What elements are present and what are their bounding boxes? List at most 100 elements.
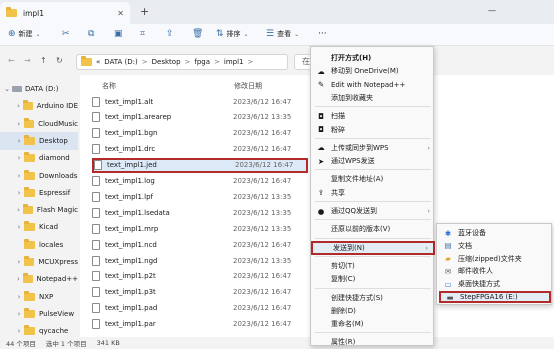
menu-item-wps[interactable]: ➤ 通过WPS发送 xyxy=(311,154,435,168)
refresh-icon[interactable]: ↻ xyxy=(56,56,63,65)
cut-icon[interactable]: ✂ xyxy=(62,29,70,39)
file-row[interactable]: text_impl1.ncd 2023/6/12 16:47 xyxy=(92,237,308,252)
menu-item-s[interactable]: 创建快捷方式(S) xyxy=(311,291,435,305)
menu-item-item[interactable]: ⇪ 共享 xyxy=(311,186,435,200)
send-to-item-item[interactable]: ✉ 邮件收件人 xyxy=(439,265,551,277)
minimize-button[interactable]: — xyxy=(488,6,496,15)
menu-item-a[interactable]: 复制文件地址(A) xyxy=(311,172,435,186)
sidebar-item-arduino-ide[interactable]: › Arduino IDE xyxy=(0,97,78,115)
menu-item-item[interactable]: ◘ 扫描 xyxy=(311,109,435,123)
chevron-icon[interactable]: › xyxy=(14,189,24,197)
menu-item-h[interactable]: 打开方式(H) xyxy=(311,51,435,65)
chevron-icon[interactable]: › xyxy=(14,327,24,335)
file-row[interactable]: text_impl1.jed 2023/6/12 16:47 xyxy=(92,157,308,173)
menu-item-d[interactable]: 删除(D) xyxy=(311,304,435,318)
file-row[interactable]: text_impl1.mrp 2023/6/12 13:35 xyxy=(92,221,308,236)
file-row[interactable]: text_impl1.ngd 2023/6/12 13:35 xyxy=(92,253,308,268)
chevron-icon[interactable]: › xyxy=(14,206,23,214)
menu-item-onedrive-m[interactable]: ☁ 移动到 OneDrive(M) xyxy=(311,64,435,78)
chevron-icon[interactable]: › xyxy=(14,137,24,145)
send-to-item-stepfpga16-e[interactable]: ▬ StepFPGA16 (E:) xyxy=(439,291,551,303)
sidebar-item-label: NXP xyxy=(39,292,54,301)
breadcrumb-desktop[interactable]: Desktop xyxy=(152,58,181,66)
chevron-icon[interactable]: › xyxy=(14,120,24,128)
sidebar-item-notepad[interactable]: › Notepad++ xyxy=(0,270,78,288)
file-row[interactable]: text_impl1.lpf 2023/6/12 13:35 xyxy=(92,189,308,204)
sidebar-item-pulseview[interactable]: › PulseView xyxy=(0,305,78,323)
sidebar-item-diamond[interactable]: › diamond xyxy=(0,149,78,167)
menu-item-n[interactable]: 发送到(N) › xyxy=(311,240,435,255)
sidebar-item-mcuxpress[interactable]: › MCUXpress xyxy=(0,253,78,271)
more-options-button[interactable]: ··· xyxy=(318,29,327,39)
file-name: text_impl1.mrp xyxy=(105,224,159,233)
menu-item-c[interactable]: 复制(C) xyxy=(311,272,435,286)
menu-item-label: 还原以前的版本(V) xyxy=(331,225,391,234)
chevron-icon[interactable]: › xyxy=(14,102,23,110)
file-row[interactable]: text_impl1.p3t 2023/6/12 16:47 xyxy=(92,285,308,300)
chevron-icon[interactable]: › xyxy=(14,310,24,318)
breadcrumb-overflow[interactable]: « xyxy=(96,58,100,66)
column-header-date[interactable]: 修改日期 xyxy=(234,81,262,91)
sidebar-item-espressif[interactable]: › Espressif xyxy=(0,184,78,202)
menu-item-item[interactable]: 添加到收藏夹 xyxy=(311,91,435,105)
back-icon[interactable]: ← xyxy=(8,56,15,65)
sidebar-item-desktop[interactable]: › Desktop xyxy=(0,131,78,150)
file-row[interactable]: text_impl1.drc 2023/6/12 16:47 xyxy=(92,142,308,157)
new-tab-button[interactable]: + xyxy=(140,5,149,18)
breadcrumb-drive[interactable]: DATA (D:) xyxy=(104,58,137,66)
sidebar-item-downloads[interactable]: › Downloads xyxy=(0,167,78,185)
sort-button[interactable]: ⇅ 排序 ⌄ xyxy=(216,29,249,39)
file-row[interactable]: text_impl1.bgn 2023/6/12 16:47 xyxy=(92,126,308,141)
view-button[interactable]: ☰ 查看 ⌄ xyxy=(266,29,299,39)
menu-item-qq[interactable]: ● 通过QQ发送到 › xyxy=(311,204,435,218)
forward-icon[interactable]: → xyxy=(24,56,31,65)
chevron-icon[interactable]: › xyxy=(14,172,24,180)
send-to-item-item[interactable]: ✱ 蓝牙设备 xyxy=(439,227,551,239)
file-row[interactable]: text_impl1.log 2023/6/12 16:47 xyxy=(92,174,308,189)
file-row[interactable]: text_impl1.alt 2023/6/12 16:47 xyxy=(92,94,308,109)
share-icon[interactable]: ⇪ xyxy=(166,29,174,39)
menu-separator xyxy=(315,237,431,239)
sidebar-item-kicad[interactable]: › Kicad xyxy=(0,218,78,236)
rename-icon[interactable]: ⌗ xyxy=(140,29,145,39)
close-tab-icon[interactable]: ✕ xyxy=(117,9,124,18)
delete-icon[interactable]: 🗑 xyxy=(192,29,203,39)
breadcrumb-impl1[interactable]: impl1 xyxy=(224,58,244,66)
column-header-name[interactable]: 名称 xyxy=(102,81,116,91)
tab-impl1[interactable]: impl1 ✕ xyxy=(0,2,130,24)
file-row[interactable]: text_impl1.par 2023/6/12 16:47 xyxy=(92,317,308,332)
chevron-icon[interactable]: › xyxy=(14,154,24,162)
file-row[interactable]: text_impl1.lsedata 2023/6/12 13:35 xyxy=(92,205,308,220)
menu-item-v[interactable]: 还原以前的版本(V) xyxy=(311,222,435,236)
menu-item-t[interactable]: 剪切(T) xyxy=(311,259,435,273)
sidebar-item-qycache[interactable]: › qycache xyxy=(0,322,78,337)
file-row[interactable]: text_impl1.arearep 2023/6/12 13:35 xyxy=(92,110,308,125)
chevron-icon[interactable]: › xyxy=(14,293,24,301)
chevron-icon[interactable]: › xyxy=(14,223,24,231)
menu-item-item[interactable]: ◘ 粉碎 xyxy=(311,123,435,137)
chevron-icon[interactable]: › xyxy=(14,275,23,283)
sidebar-item-nxp[interactable]: › NXP xyxy=(0,288,78,306)
new-button[interactable]: ⊕ 新建 ⌄ xyxy=(8,29,41,39)
sidebar-item-data-d[interactable]: ⌄ DATA (D:) xyxy=(0,80,78,98)
menu-item-r[interactable]: 属性(R) xyxy=(311,335,435,349)
menu-item-wps[interactable]: ☁ 上传或同步到WPS › xyxy=(311,141,435,155)
copy-icon[interactable]: ⧉ xyxy=(88,29,94,39)
sidebar-item-cloudmusic[interactable]: › CloudMusic xyxy=(0,115,78,133)
paste-icon[interactable]: ▣ xyxy=(114,29,123,39)
menu-item-edit-with-notepad[interactable]: ✎ Edit with Notepad++ xyxy=(311,78,435,92)
menu-item-label: 共享 xyxy=(331,188,345,197)
file-row[interactable]: text_impl1.pad 2023/6/12 16:47 xyxy=(92,301,308,316)
chevron-icon[interactable]: ⌄ xyxy=(2,85,12,93)
send-to-item-zipped[interactable]: ▰ 压缩(zipped)文件夹 xyxy=(439,253,551,265)
file-row[interactable]: text_impl1.p2t 2023/6/12 16:47 xyxy=(92,269,308,284)
up-icon[interactable]: ↑ xyxy=(40,56,47,65)
sidebar-item-flash-magic[interactable]: › Flash Magic xyxy=(0,201,78,219)
chevron-icon[interactable]: › xyxy=(14,258,24,266)
send-to-item-item[interactable]: ▤ 文档 xyxy=(439,240,551,252)
sidebar-item-locales[interactable]: locales xyxy=(0,236,78,254)
address-bar[interactable]: « DATA (D:) > Desktop > fpga > impl1 > xyxy=(76,54,288,70)
send-to-item-item[interactable]: ▭ 桌面快捷方式 xyxy=(439,278,551,290)
menu-item-m[interactable]: 重命名(M) xyxy=(311,317,435,331)
breadcrumb-fpga[interactable]: fpga xyxy=(194,58,210,66)
